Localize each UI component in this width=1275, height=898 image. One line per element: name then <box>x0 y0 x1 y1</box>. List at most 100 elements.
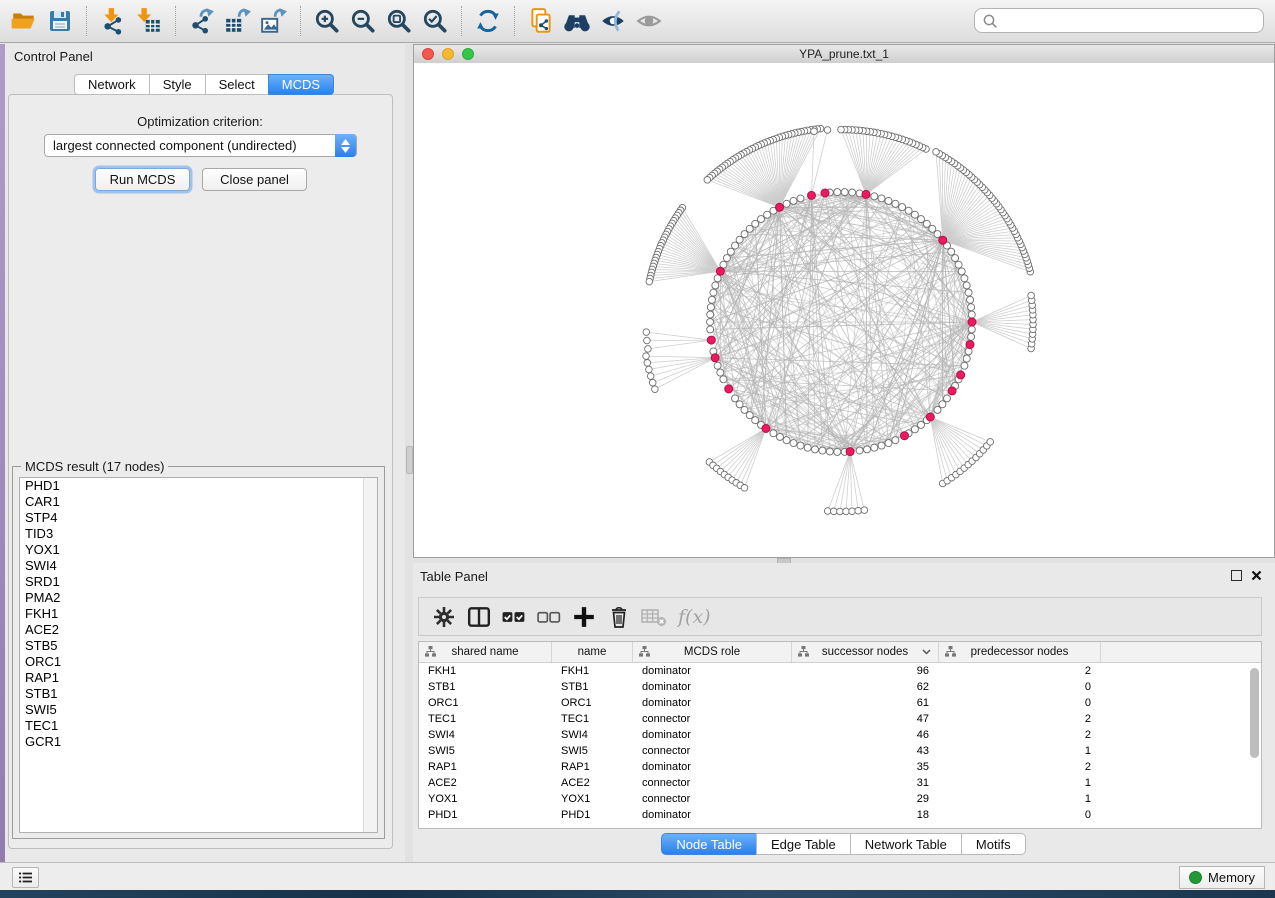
clone-network-button[interactable] <box>523 3 559 39</box>
table-cell[interactable]: 1 <box>939 777 1101 789</box>
tab-network-table[interactable]: Network Table <box>850 833 962 855</box>
deselect-all-button[interactable] <box>534 602 564 632</box>
table-cell[interactable]: TEC1 <box>552 713 633 725</box>
table-options-button[interactable] <box>429 602 459 632</box>
table-cell[interactable]: FKH1 <box>552 665 633 677</box>
mcds-result-item[interactable]: FKH1 <box>20 606 377 622</box>
search-input[interactable] <box>1002 11 1263 31</box>
table-cell[interactable]: 1 <box>939 745 1101 757</box>
network-window-titlebar[interactable]: YPA_prune.txt_1 <box>414 45 1274 64</box>
import-network-button[interactable] <box>95 3 131 39</box>
tab-edge-table[interactable]: Edge Table <box>756 833 851 855</box>
table-cell[interactable]: 61 <box>792 697 939 709</box>
delete-column-button[interactable] <box>604 602 634 632</box>
mcds-result-item[interactable]: TEC1 <box>20 718 377 734</box>
mcds-result-item[interactable]: YOX1 <box>20 542 377 558</box>
mcds-result-item[interactable]: TID3 <box>20 526 377 542</box>
table-cell[interactable]: 2 <box>939 713 1101 725</box>
mcds-result-list[interactable]: PHD1CAR1STP4TID3YOX1SWI4SRD1PMA2FKH1ACE2… <box>19 477 378 833</box>
table-row[interactable]: TEC1TEC1connector472 <box>419 711 1261 727</box>
mcds-result-item[interactable]: PMA2 <box>20 590 377 606</box>
mcds-result-item[interactable]: STB5 <box>20 638 377 654</box>
table-cell[interactable]: 2 <box>939 761 1101 773</box>
table-cell[interactable]: RAP1 <box>552 761 633 773</box>
mcds-list-scrollbar[interactable] <box>363 478 377 832</box>
tab-network[interactable]: Network <box>74 74 150 95</box>
column-header-shared-name[interactable]: shared name <box>419 642 552 662</box>
memory-button[interactable]: Memory <box>1179 866 1265 889</box>
table-cell[interactable]: ORC1 <box>419 697 552 709</box>
table-cell[interactable]: dominator <box>633 809 792 821</box>
mcds-result-item[interactable]: ACE2 <box>20 622 377 638</box>
table-row[interactable]: ORC1ORC1dominator610 <box>419 695 1261 711</box>
table-cell[interactable]: 35 <box>792 761 939 773</box>
table-scrollbar-thumb[interactable] <box>1250 668 1259 758</box>
table-row[interactable]: SWI4SWI4dominator462 <box>419 727 1261 743</box>
table-cell[interactable]: ORC1 <box>552 697 633 709</box>
close-panel-button[interactable]: Close panel <box>202 168 307 191</box>
table-row[interactable]: SWI5SWI5connector431 <box>419 743 1261 759</box>
table-row[interactable]: PHD1PHD1dominator180 <box>419 807 1261 823</box>
table-cell[interactable]: YOX1 <box>552 793 633 805</box>
table-cell[interactable]: FKH1 <box>419 665 552 677</box>
table-cell[interactable]: SWI5 <box>552 745 633 757</box>
delete-table-button[interactable] <box>639 602 669 632</box>
table-cell[interactable]: 1 <box>939 793 1101 805</box>
mcds-result-item[interactable]: GCR1 <box>20 734 377 750</box>
table-cell[interactable]: dominator <box>633 761 792 773</box>
table-cell[interactable]: ACE2 <box>419 777 552 789</box>
mcds-result-item[interactable]: CAR1 <box>20 494 377 510</box>
first-neighbors-button[interactable] <box>559 3 595 39</box>
import-table-button[interactable] <box>131 3 167 39</box>
table-cell[interactable]: STB1 <box>552 681 633 693</box>
export-image-button[interactable] <box>256 3 292 39</box>
tab-motifs[interactable]: Motifs <box>961 833 1026 855</box>
table-cell[interactable]: dominator <box>633 665 792 677</box>
table-row[interactable]: RAP1RAP1dominator352 <box>419 759 1261 775</box>
column-header-successor-nodes[interactable]: successor nodes <box>792 642 939 662</box>
vertical-splitter[interactable] <box>405 44 413 862</box>
select-all-button[interactable] <box>499 602 529 632</box>
network-canvas[interactable] <box>414 63 1274 557</box>
table-cell[interactable]: 2 <box>939 729 1101 741</box>
table-cell[interactable]: SWI5 <box>419 745 552 757</box>
mcds-result-item[interactable]: SWI5 <box>20 702 377 718</box>
table-cell[interactable]: PHD1 <box>419 809 552 821</box>
table-cell[interactable]: 29 <box>792 793 939 805</box>
open-file-button[interactable] <box>6 3 42 39</box>
table-cell[interactable]: YOX1 <box>419 793 552 805</box>
table-cell[interactable]: ACE2 <box>552 777 633 789</box>
table-row[interactable]: ACE2ACE2connector311 <box>419 775 1261 791</box>
float-panel-icon[interactable] <box>1231 570 1242 581</box>
mcds-result-item[interactable]: PHD1 <box>20 478 377 494</box>
search-box[interactable] <box>974 8 1264 33</box>
node-table-body[interactable]: FKH1FKH1dominator962STB1STB1dominator620… <box>419 663 1261 823</box>
table-cell[interactable]: 0 <box>939 681 1101 693</box>
table-cell[interactable]: TEC1 <box>419 713 552 725</box>
splitter-handle[interactable] <box>406 446 413 474</box>
export-network-button[interactable] <box>184 3 220 39</box>
zoom-fit-button[interactable] <box>381 3 417 39</box>
column-header-MCDS-role[interactable]: MCDS role <box>633 642 792 662</box>
show-all-button[interactable] <box>631 3 667 39</box>
table-row[interactable]: FKH1FKH1dominator962 <box>419 663 1261 679</box>
table-cell[interactable]: connector <box>633 793 792 805</box>
mcds-result-item[interactable]: ORC1 <box>20 654 377 670</box>
mcds-result-item[interactable]: STB1 <box>20 686 377 702</box>
table-cell[interactable]: dominator <box>633 697 792 709</box>
table-cell[interactable]: PHD1 <box>552 809 633 821</box>
column-header-predecessor-nodes[interactable]: predecessor nodes <box>939 642 1101 662</box>
column-header-name[interactable]: name <box>552 642 633 662</box>
table-cell[interactable]: dominator <box>633 681 792 693</box>
tab-node-table[interactable]: Node Table <box>661 833 757 855</box>
table-cell[interactable]: 0 <box>939 697 1101 709</box>
tab-select[interactable]: Select <box>205 74 269 95</box>
show-columns-button[interactable] <box>464 602 494 632</box>
mcds-result-item[interactable]: SWI4 <box>20 558 377 574</box>
apply-function-button[interactable]: f(x) <box>678 606 711 628</box>
mcds-result-item[interactable]: SRD1 <box>20 574 377 590</box>
optimization-criterion-dropdown[interactable]: largest connected component (undirected) <box>44 134 357 157</box>
show-panels-list-button[interactable] <box>12 867 39 888</box>
zoom-in-button[interactable] <box>309 3 345 39</box>
table-row[interactable]: YOX1YOX1connector291 <box>419 791 1261 807</box>
